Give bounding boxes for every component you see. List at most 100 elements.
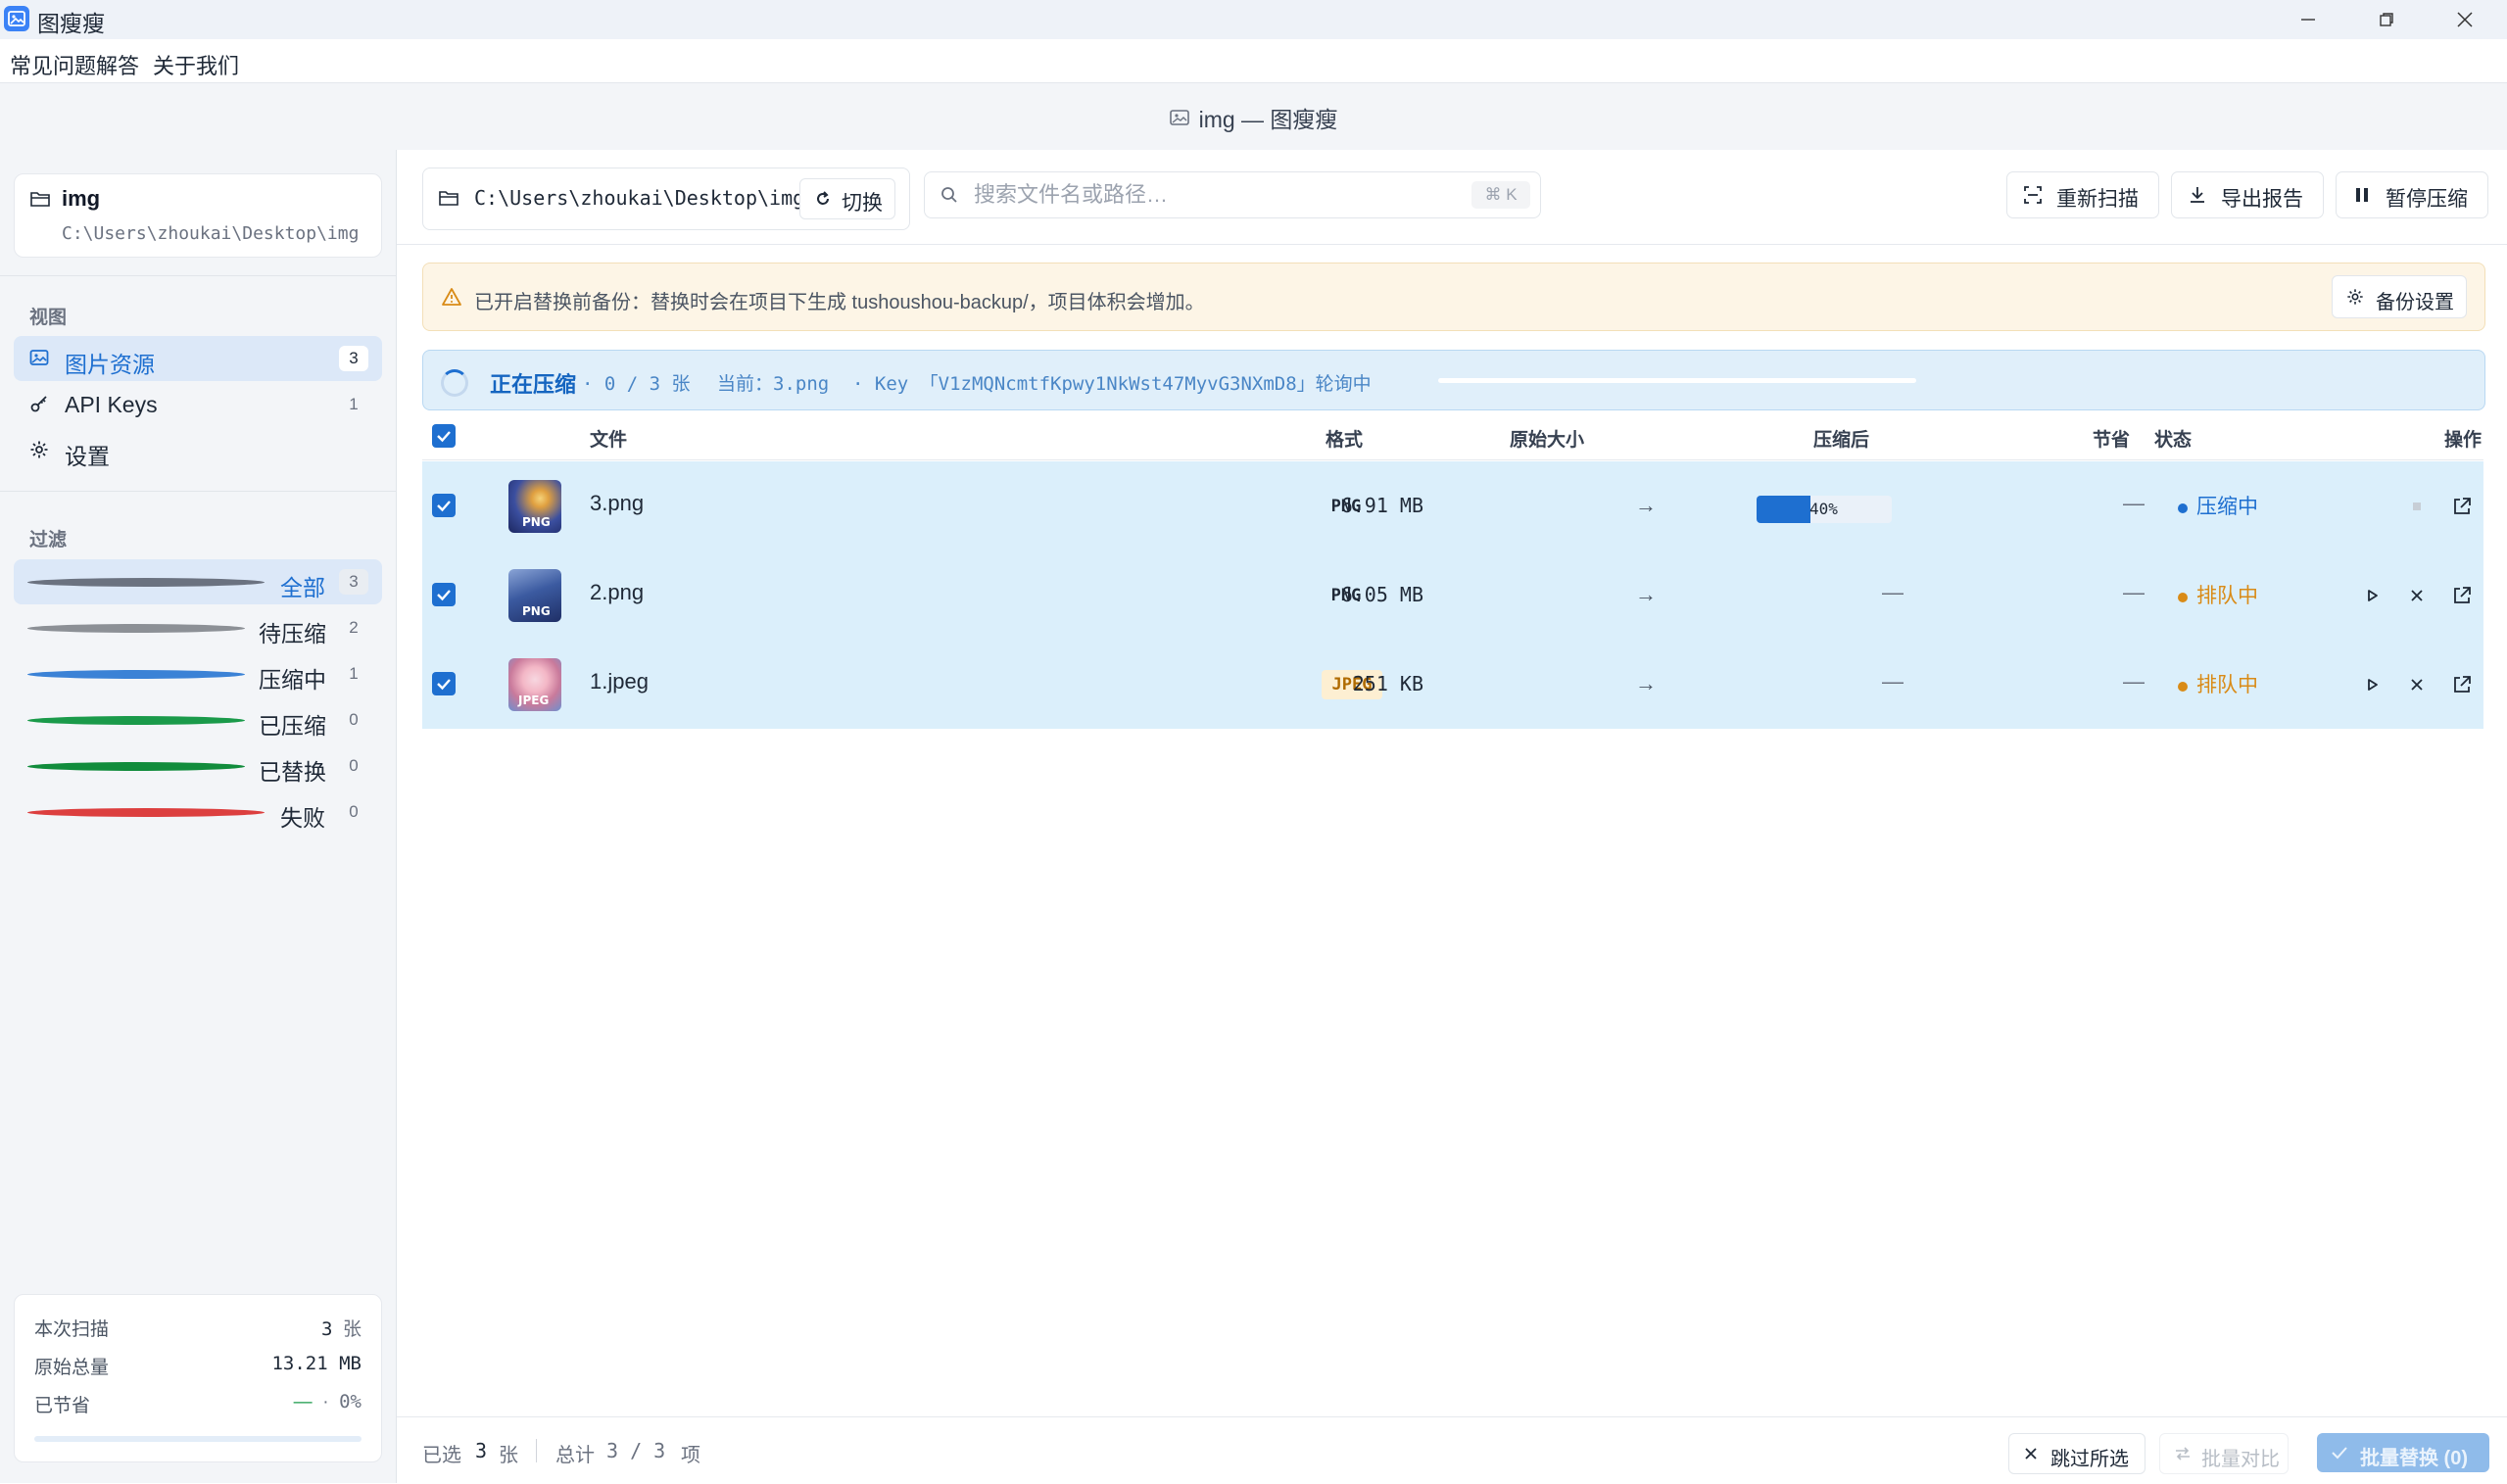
total-value: 3 / 3 (606, 1439, 666, 1462)
window-header: img — 图瘦瘦 (0, 82, 2507, 151)
close-window-button[interactable] (2426, 0, 2504, 39)
window-header-title: img — 图瘦瘦 (1198, 107, 1338, 132)
filter-compressing[interactable]: 压缩中 1 (14, 651, 382, 696)
external-link-icon (2454, 587, 2471, 603)
column-header-status[interactable]: 状态 (2154, 425, 2192, 452)
column-header-format[interactable]: 格式 (1326, 425, 1363, 452)
loading-spinner-icon (441, 369, 468, 397)
filter-label: 压缩中 (259, 667, 326, 693)
divider (397, 244, 2507, 245)
batch-compare-label: 批量对比 (2201, 1449, 2280, 1470)
footer-bar: 已选 3 张 总计 3 / 3 项 跳过所选 批量对比 批量替换 (0) (397, 1416, 2507, 1484)
restore-button[interactable] (2347, 0, 2426, 39)
filter-failed[interactable]: 失败 0 (14, 790, 382, 835)
column-header-original-size[interactable]: 原始大小 (1510, 425, 1584, 452)
column-header-compressed[interactable]: 压缩后 (1813, 425, 1869, 452)
start-button[interactable] (2360, 673, 2384, 696)
start-button[interactable] (2360, 584, 2384, 607)
select-all-checkbox[interactable] (432, 424, 456, 448)
switch-project-button[interactable]: 切换 (799, 178, 895, 219)
count-badge: 2 (349, 618, 359, 637)
filter-dot (27, 716, 245, 725)
table-row[interactable]: PNG 2.png PNG 6.05 MB → — — 排队中 (422, 551, 2483, 640)
app-logo-icon (4, 6, 29, 31)
sidebar: img C:\Users\zhoukai\Desktop\img 视图 图片资源… (0, 150, 397, 1483)
nav-item-settings[interactable]: 设置 (14, 428, 382, 473)
count-badge: 0 (349, 710, 359, 729)
column-header-actions: 操作 (2444, 430, 2483, 451)
filter-pending[interactable]: 待压缩 2 (14, 605, 382, 650)
row-checkbox[interactable] (432, 494, 456, 517)
pause-compress-button[interactable]: 暂停压缩 (2336, 171, 2488, 218)
rescan-button[interactable]: 重新扫描 (2006, 171, 2159, 218)
image-thumbnail: JPEG (508, 658, 561, 711)
status-text: 排队中 (2196, 674, 2258, 696)
stat-label: 原始总量 (34, 1358, 110, 1378)
scan-icon (2024, 186, 2042, 204)
project-path-box: C:\Users\zhoukai\Desktop\img 切换 (422, 168, 910, 230)
image-thumbnail: PNG (508, 480, 561, 533)
menu-about[interactable]: 关于我们 (153, 49, 239, 80)
batch-replace-label: 批量替换 (0) (2360, 1448, 2468, 1469)
divider (0, 491, 396, 492)
column-header-file[interactable]: 文件 (590, 425, 627, 452)
count-badge: 0 (349, 802, 359, 821)
project-card[interactable]: img C:\Users\zhoukai\Desktop\img (14, 173, 382, 258)
filter-label: 待压缩 (259, 621, 326, 646)
open-file-button[interactable] (2450, 673, 2474, 696)
search-input[interactable] (972, 180, 1446, 210)
menu-faq[interactable]: 常见问题解答 (10, 49, 139, 80)
filter-replaced[interactable]: 已替换 0 (14, 743, 382, 789)
status-dot (2178, 682, 2188, 692)
stop-button[interactable] (2405, 495, 2429, 518)
open-file-button[interactable] (2450, 584, 2474, 607)
export-report-button[interactable]: 导出报告 (2171, 171, 2324, 218)
selected-count: 3 (475, 1439, 488, 1462)
gear-icon (2347, 289, 2363, 305)
minimize-button[interactable] (2269, 0, 2347, 39)
stat-original-total: 原始总量 13.21 MB (34, 1353, 362, 1382)
saved-value: — (2123, 580, 2145, 604)
pause-label: 暂停压缩 (2386, 188, 2468, 211)
stat-saved-amount: — (293, 1392, 313, 1412)
check-icon (437, 501, 451, 512)
batch-replace-button[interactable]: 批量替换 (0) (2317, 1433, 2489, 1472)
backup-settings-button[interactable]: 备份设置 (2332, 275, 2467, 318)
row-checkbox[interactable] (432, 583, 456, 606)
nav-item-images[interactable]: 图片资源 3 (14, 336, 382, 381)
main-panel: C:\Users\zhoukai\Desktop\img 切换 ⌘ K 重新扫描… (397, 150, 2507, 1484)
filter-dot (27, 670, 245, 679)
arrow-right-icon: → (1635, 671, 1657, 695)
filter-compressed[interactable]: 已压缩 0 (14, 697, 382, 742)
compressed-size: — (1882, 669, 1904, 694)
shortcut-hint: ⌘ K (1471, 181, 1530, 209)
skip-button[interactable] (2405, 673, 2429, 696)
skip-selected-button[interactable]: 跳过所选 (2008, 1433, 2145, 1474)
stat-value: — · 0% (294, 1391, 362, 1413)
saved-progress-bar (34, 1436, 362, 1442)
count-badge: 0 (349, 756, 359, 775)
nav-item-api-keys[interactable]: API Keys 1 (14, 382, 382, 427)
stat-separator: · (322, 1392, 329, 1412)
divider (0, 275, 396, 276)
thumbnail-tag: PNG (522, 604, 551, 618)
skip-selected-label: 跳过所选 (2050, 1449, 2129, 1470)
backup-warning-banner: 已开启替换前备份：替换时会在项目下生成 tushoushou-backup/，项… (422, 263, 2485, 331)
table-row[interactable]: PNG 3.png PNG 6.91 MB → 40% — 压缩中 (422, 461, 2483, 551)
progress-key-info: · Key 「V1zMQNcmtfKpwy1NkWst47MyvG3NXmD8」… (852, 373, 1372, 395)
table-row[interactable]: JPEG 1.jpeg JPEG 251 KB → — — 排队中 (422, 640, 2483, 729)
column-header-saved[interactable]: 节省 (2093, 425, 2130, 452)
switch-label: 切换 (842, 192, 883, 215)
pause-icon (2356, 188, 2368, 202)
status-dot (2178, 503, 2188, 513)
external-link-icon (2454, 498, 2471, 514)
open-file-button[interactable] (2450, 495, 2474, 518)
row-checkbox[interactable] (432, 672, 456, 695)
original-size: 6.91 MB (1340, 494, 1423, 517)
close-icon (2457, 12, 2473, 27)
filter-label: 全部 (280, 575, 325, 600)
batch-compare-button[interactable]: 批量对比 (2159, 1433, 2289, 1474)
filter-all[interactable]: 全部 3 (14, 559, 382, 604)
skip-button[interactable] (2405, 584, 2429, 607)
compress-progress-banner: 正在压缩 · 0 / 3 张 当前：3.png · Key 「V1zMQNcmt… (422, 350, 2485, 410)
